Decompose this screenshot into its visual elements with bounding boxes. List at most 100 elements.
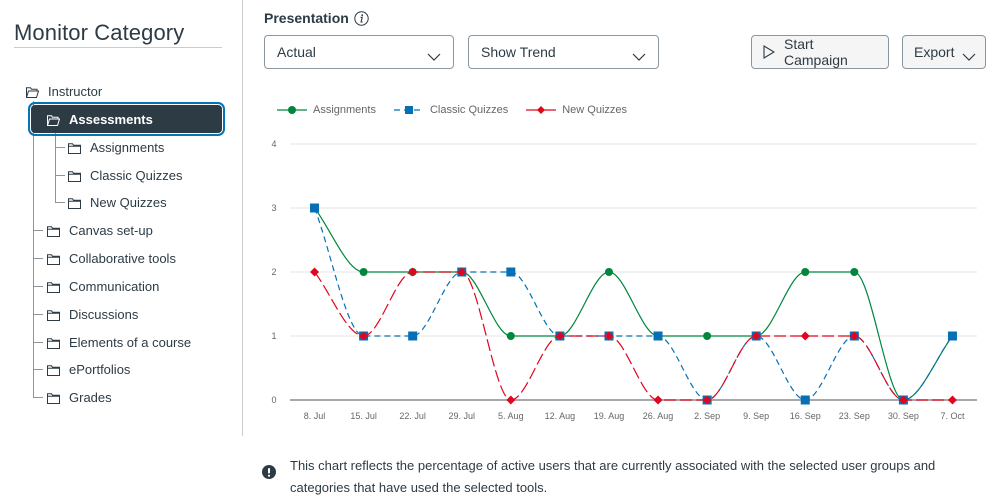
x-tick-label: 12. Aug [545, 411, 576, 421]
tree-item-new-quizzes[interactable]: New Quizzes [68, 188, 167, 216]
folder-icon [47, 309, 60, 321]
y-tick-label: 3 [271, 203, 276, 213]
tree-item-communication[interactable]: Communication [47, 272, 159, 300]
tree-line [33, 342, 43, 343]
x-axis-ticks: 8. Jul 15. Jul 22. Jul 29. Jul 5. Aug 12. Aug… [304, 411, 965, 421]
x-tick-label: 19. Aug [594, 411, 625, 421]
tree-item-classic-quizzes[interactable]: Classic Quizzes [68, 161, 182, 189]
y-tick-label: 0 [271, 395, 276, 405]
tree-item-label: Collaborative tools [69, 250, 176, 266]
category-tree: Instructor Assessments Assignments Class… [0, 0, 242, 502]
tree-item-label: Assignments [90, 139, 165, 155]
data-point-square[interactable] [800, 395, 810, 405]
info-icon[interactable] [354, 10, 369, 26]
data-point-circle[interactable] [801, 268, 810, 276]
folder-icon [47, 281, 60, 293]
data-point-diamond[interactable] [800, 331, 810, 341]
folder-open-icon [25, 86, 40, 98]
y-axis-ticks: 0 1 2 3 4 [271, 139, 276, 405]
data-point-square[interactable] [947, 331, 957, 341]
tree-item-label: New Quizzes [90, 194, 167, 210]
tree-item-instructor[interactable]: Instructor [25, 77, 103, 105]
tree-item-label: Discussions [69, 306, 139, 322]
data-point-diamond[interactable] [947, 395, 957, 405]
tree-item-canvas-set-up[interactable]: Canvas set-up [47, 216, 153, 244]
data-point-diamond[interactable] [310, 267, 320, 277]
data-point-circle[interactable] [604, 268, 613, 276]
data-point-square[interactable] [408, 331, 418, 341]
x-tick-label: 8. Jul [304, 411, 326, 421]
y-tick-label: 1 [271, 331, 276, 341]
tree-item-assignments[interactable]: Assignments [68, 133, 164, 161]
presentation-select-value: Actual [277, 44, 316, 60]
chevron-down-icon [632, 48, 646, 61]
tree-line [33, 314, 43, 315]
x-tick-label: 9. Sep [743, 411, 769, 421]
tree-line [33, 369, 43, 370]
x-tick-label: 16. Sep [790, 411, 821, 421]
data-point-circle[interactable] [506, 332, 515, 340]
tree-line [33, 230, 43, 231]
data-point-circle[interactable] [850, 268, 859, 276]
tree-item-assessments[interactable]: Assessments [28, 102, 225, 136]
tree-item-collaborative-tools[interactable]: Collaborative tools [47, 244, 176, 272]
tree-item-discussions[interactable]: Discussions [47, 300, 138, 328]
tree-item-elements-of-a-course[interactable]: Elements of a course [47, 328, 191, 356]
x-tick-label: 7. Oct [940, 411, 965, 421]
note-text: This chart reflects the percentage of ac… [290, 458, 936, 495]
tree-item-eportfolios[interactable]: ePortfolios [47, 355, 130, 383]
tree-item-grades[interactable]: Grades [47, 383, 112, 411]
data-point-circle[interactable] [359, 268, 368, 276]
data-point-diamond[interactable] [653, 395, 663, 405]
export-button[interactable]: Export [902, 35, 986, 69]
x-tick-label: 22. Jul [399, 411, 426, 421]
tree-line [55, 132, 56, 202]
folder-icon [47, 364, 60, 376]
tree-line [33, 258, 43, 259]
data-point-circle[interactable] [703, 332, 712, 340]
y-tick-label: 2 [271, 267, 276, 277]
vertical-divider [242, 0, 243, 436]
chart-note: This chart reflects the percentage of ac… [262, 455, 992, 499]
x-tick-label: 26. Aug [643, 411, 674, 421]
export-label: Export [914, 44, 955, 60]
trend-select[interactable]: Show Trend [468, 35, 659, 69]
folder-icon [47, 225, 60, 237]
tree-line [33, 286, 43, 287]
x-tick-label: 2. Sep [694, 411, 720, 421]
data-point-square[interactable] [653, 331, 663, 341]
folder-icon [68, 170, 81, 182]
folder-open-icon [46, 114, 61, 126]
tree-item-label: Instructor [48, 83, 103, 99]
folder-icon [47, 253, 60, 265]
tree-line [55, 175, 65, 176]
trend-chart: 0 1 2 3 4 8. Jul 15. Jul 22. Jul 29. Jul 5. Aug 1… [271, 139, 977, 421]
chevron-down-icon [427, 48, 441, 61]
start-campaign-button[interactable]: Start Campaign [751, 35, 889, 69]
warning-icon [262, 465, 276, 479]
folder-icon [68, 197, 81, 209]
data-point-diamond[interactable] [408, 267, 418, 277]
series-line-assignments [314, 207, 953, 401]
tree-line [55, 202, 65, 203]
tree-item-label: Communication [69, 278, 160, 294]
presentation-select[interactable]: Actual [264, 35, 454, 69]
data-point-square[interactable] [310, 203, 320, 213]
tree-line [55, 147, 65, 148]
trend-select-value: Show Trend [481, 44, 556, 60]
tree-item-label: Classic Quizzes [90, 167, 183, 183]
folder-icon [68, 142, 81, 154]
tree-item-label: Elements of a course [69, 334, 192, 350]
folder-icon [47, 392, 60, 404]
folder-icon [47, 337, 60, 349]
play-icon [763, 45, 776, 59]
chevron-down-icon [962, 48, 976, 61]
tree-line [33, 101, 34, 398]
data-point-square[interactable] [506, 267, 516, 277]
sidebar: Monitor Category Instructor Assessments [0, 0, 242, 502]
x-tick-label: 5. Aug [498, 411, 524, 421]
data-point-diamond[interactable] [506, 395, 516, 405]
tree-item-label: Canvas set-up [69, 222, 153, 238]
presentation-label-text: Presentation [264, 10, 349, 26]
x-tick-label: 29. Jul [448, 411, 475, 421]
